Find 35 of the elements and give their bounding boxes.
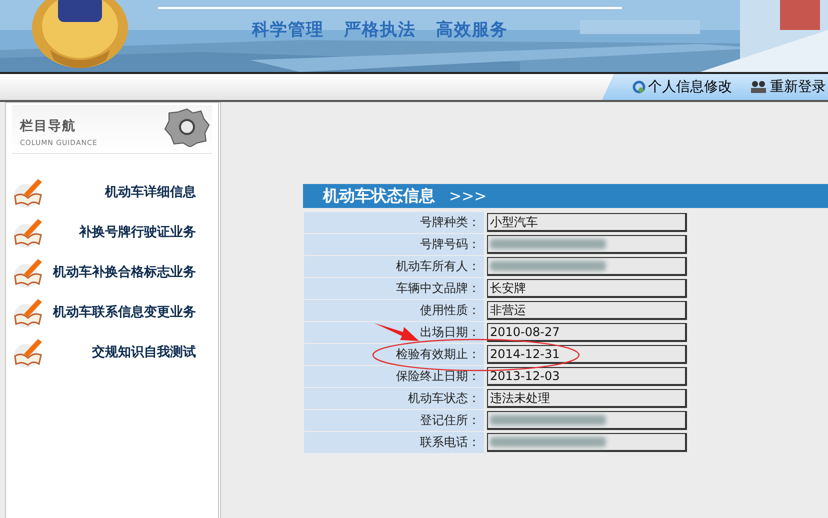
annotation-arrow <box>374 322 419 340</box>
slogan-text: 高效服务 <box>436 19 508 41</box>
slogan-text: 严格执法 <box>344 19 416 41</box>
field-label: 出场日期： <box>304 322 484 343</box>
sidebar-item[interactable]: 机动车补换合格标志业务 <box>46 263 196 281</box>
sidebar-title: 栏目导航 <box>20 118 76 135</box>
value-field: 非营运 <box>487 301 687 320</box>
sidebar-item[interactable]: 交规知识自我测试 <box>46 343 196 361</box>
field-label: 检验有效期止： <box>304 344 484 365</box>
toolbar-link[interactable]: 个人信息修改 <box>632 78 732 96</box>
value-field: 违法未处理 <box>487 389 687 408</box>
sidebar-item[interactable]: 机动车详细信息 <box>46 183 196 201</box>
field-label: 登记住所： <box>304 410 484 431</box>
field-label: 使用性质： <box>304 300 484 321</box>
users-icon <box>750 80 768 94</box>
field-label: 保险终止日期： <box>304 366 484 387</box>
value-field: 长安牌 <box>487 279 687 298</box>
field-label: 号牌种类： <box>304 212 484 233</box>
slogan-text: 科学管理 <box>252 19 324 41</box>
panel-title: 机动车状态信息 <box>323 186 435 206</box>
value-field: 2013-12-03 <box>487 367 687 386</box>
toolbar-link[interactable]: 重新登录 <box>750 78 826 96</box>
field-label: 机动车状态： <box>304 388 484 409</box>
field-label: 联系电话： <box>304 432 484 453</box>
emblem-icon <box>30 0 130 68</box>
value-field: 2010-08-27 <box>487 323 687 342</box>
sidebar-item[interactable]: 机动车联系信息变更业务 <box>46 303 196 321</box>
field-label: 车辆中文品牌： <box>304 278 484 299</box>
field-label: 机动车所有人： <box>304 256 484 277</box>
field-label: 号牌号码： <box>304 234 484 255</box>
arrows-text: >>> <box>449 187 487 205</box>
value-field: 2014-12-31 <box>487 345 687 364</box>
value-field: 小型汽车 <box>487 213 687 232</box>
refresh-icon <box>632 80 646 94</box>
sidebar-item[interactable]: 补换号牌行驶证业务 <box>46 223 196 241</box>
